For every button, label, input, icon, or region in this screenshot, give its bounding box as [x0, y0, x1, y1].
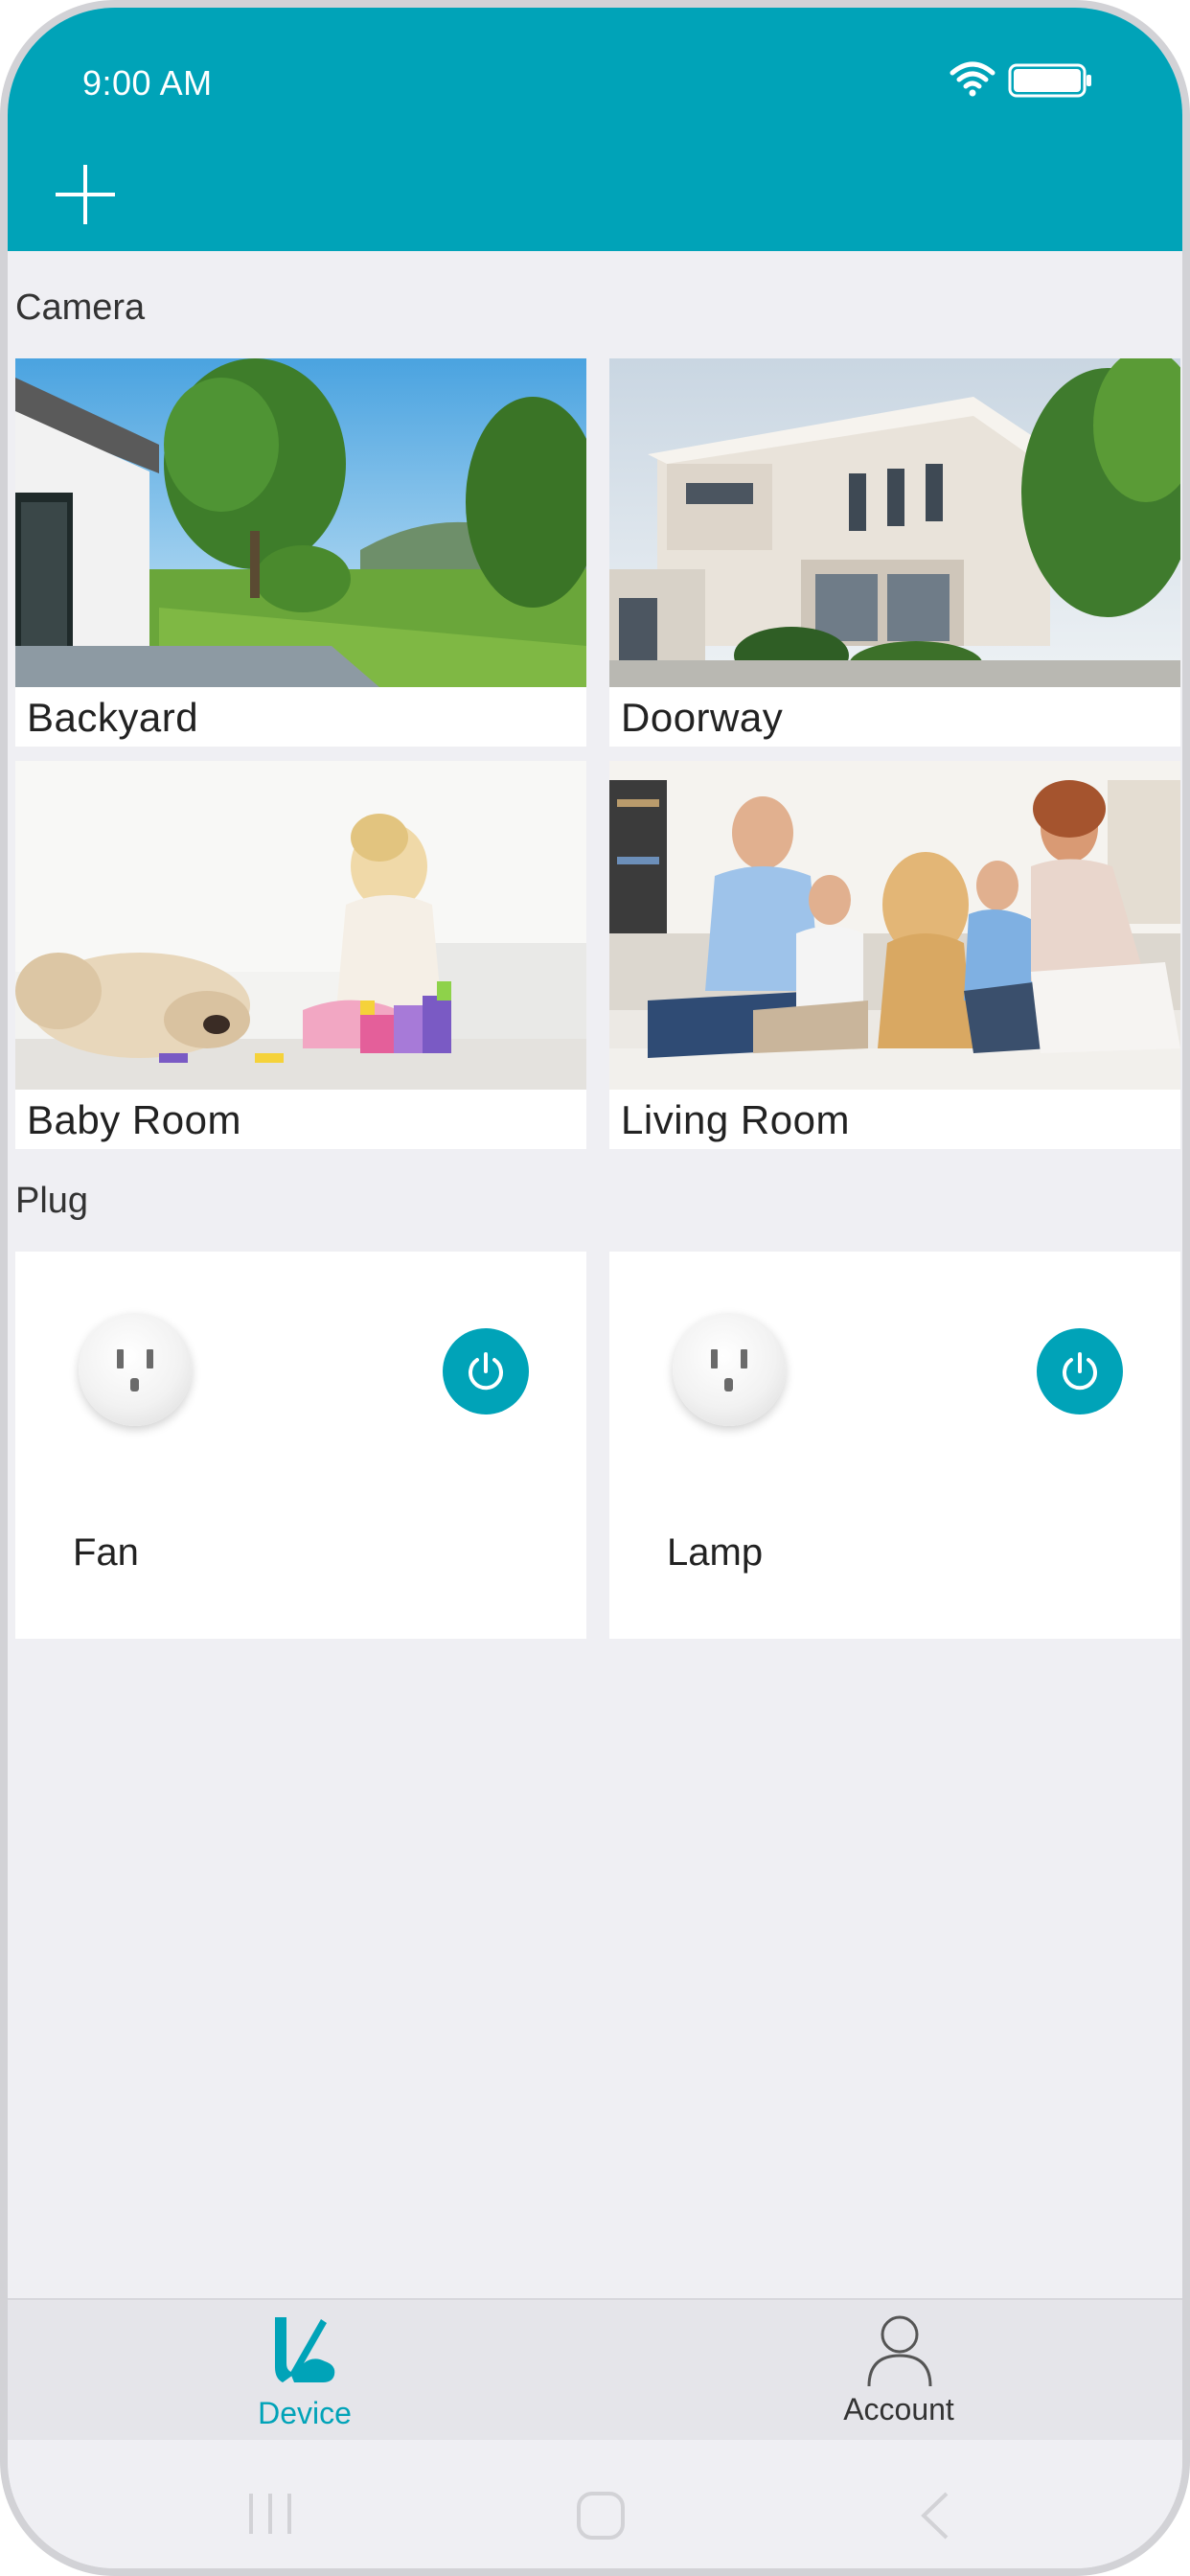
camera-card-baby-room[interactable]: Baby Room	[15, 761, 586, 1149]
wifi-icon	[950, 61, 995, 97]
camera-card-backyard[interactable]: Backyard	[15, 358, 586, 747]
camera-card-living-room[interactable]: Living Room	[609, 761, 1180, 1149]
power-icon	[1063, 1352, 1097, 1391]
device-logo-icon	[275, 2317, 335, 2382]
tab-device[interactable]: Device	[161, 2300, 448, 2442]
power-toggle-button[interactable]	[1037, 1328, 1123, 1414]
app-header: 9:00 AM	[8, 8, 1182, 251]
system-navigation-bar	[8, 2440, 1182, 2568]
add-device-button[interactable]	[52, 161, 119, 228]
doorway-thumbnail	[609, 358, 1180, 687]
plug-name: Fan	[73, 1531, 139, 1574]
camera-name: Backyard	[27, 695, 199, 740]
status-time: 9:00 AM	[82, 63, 213, 103]
socket-icon	[79, 1313, 192, 1426]
power-toggle-button[interactable]	[443, 1328, 529, 1414]
phone-screen: 9:00 AM Camera Backyard Doorway Baby Roo…	[0, 0, 1190, 2576]
camera-section-title: Camera	[15, 288, 146, 328]
baby-room-thumbnail	[15, 761, 586, 1090]
recent-apps-icon[interactable]	[245, 2490, 295, 2538]
living-room-thumbnail	[609, 761, 1180, 1090]
backyard-thumbnail	[15, 358, 586, 687]
account-icon	[867, 2315, 932, 2386]
plug-card-fan[interactable]: Fan	[15, 1252, 586, 1639]
camera-card-doorway[interactable]: Doorway	[609, 358, 1180, 747]
power-icon	[469, 1352, 503, 1391]
home-icon[interactable]	[575, 2490, 627, 2542]
plug-card-lamp[interactable]: Lamp	[609, 1252, 1180, 1639]
battery-icon	[1008, 63, 1091, 98]
back-icon[interactable]	[916, 2490, 954, 2542]
socket-icon	[673, 1313, 786, 1426]
camera-name: Living Room	[621, 1097, 850, 1142]
plug-name: Lamp	[667, 1531, 764, 1574]
tab-label: Device	[258, 2396, 352, 2430]
tab-label: Account	[843, 2392, 954, 2426]
tab-account[interactable]: Account	[755, 2300, 1042, 2442]
camera-name: Baby Room	[27, 1097, 241, 1142]
plug-section-title: Plug	[15, 1181, 89, 1221]
bottom-tab-bar: Device Account	[8, 2298, 1182, 2440]
camera-name: Doorway	[621, 695, 784, 740]
